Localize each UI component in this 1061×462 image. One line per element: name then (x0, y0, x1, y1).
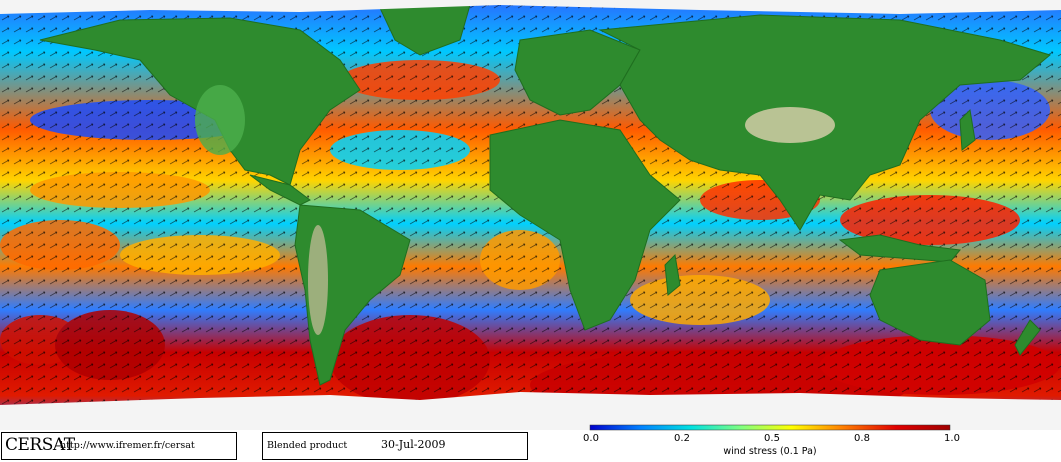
rocky-mountains (195, 85, 245, 155)
colorbar-tick-3: 0.8 (854, 433, 870, 444)
colorbar-tick-2: 0.5 (764, 433, 780, 444)
tibetan-plateau (745, 107, 835, 143)
colorbar-tick-0: 0.0 (583, 433, 599, 444)
colorbar-gradient (589, 424, 951, 431)
product-label: Blended product (267, 440, 348, 451)
source-url[interactable]: http://www.ifremer.fr/cersat (60, 440, 195, 451)
source-box: CERSAT http://www.ifremer.fr/cersat (1, 432, 237, 460)
product-date: 30-Jul-2009 (381, 438, 446, 451)
andes (308, 225, 328, 335)
wind-stress-map (0, 0, 1061, 430)
product-box: Blended product 30-Jul-2009 (262, 432, 528, 460)
colorbar-tick-1: 0.2 (674, 433, 690, 444)
colorbar-tick-4: 1.0 (944, 433, 960, 444)
colorbar-label: wind stress (0.1 Pa) (723, 446, 817, 457)
